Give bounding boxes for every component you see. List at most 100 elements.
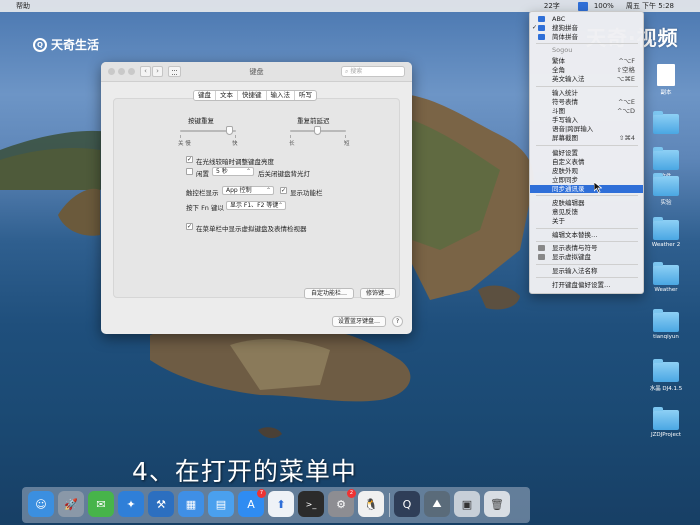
menu-item-emoji[interactable]: 符号表情 ^⌥E bbox=[530, 98, 643, 106]
quicktime-icon[interactable]: Q bbox=[394, 491, 420, 517]
menu-item-english[interactable]: 英文输入法 ⌥⌘E bbox=[530, 75, 643, 83]
menu-separator bbox=[536, 195, 638, 196]
menu-item-preferences[interactable]: 偏好设置 bbox=[530, 149, 643, 157]
menu-separator bbox=[536, 228, 638, 229]
menu-item-text-replacement[interactable]: 编辑文本替换… bbox=[530, 231, 643, 239]
key-repeat-knob[interactable] bbox=[226, 126, 233, 135]
show-viewers-label: 在菜单栏中显示虚拟键盘及表情检视器 bbox=[196, 225, 307, 233]
bluetooth-keyboard-button[interactable]: 设置蓝牙键盘… bbox=[332, 316, 386, 327]
desktop-icon-weather[interactable]: Weather bbox=[644, 262, 688, 293]
clock[interactable]: 周五 下午 5:28 bbox=[626, 1, 674, 11]
desktop-icon-tianqiyun[interactable]: tianqiyun bbox=[644, 309, 688, 340]
control-strip-checkbox[interactable]: ✓ bbox=[280, 187, 287, 194]
menu-item-show-virtual-keyboard[interactable]: 显示虚拟键盘 bbox=[530, 253, 643, 261]
menu-item-fullwidth[interactable]: 全角 ⇧空格 bbox=[530, 66, 643, 74]
backlight-off-popup[interactable]: 5 秒 ⌃ bbox=[212, 167, 254, 176]
fn-popup[interactable]: 显示 F1、F2 等键 ⌃ bbox=[226, 201, 286, 210]
folder-icon bbox=[653, 407, 679, 430]
repeat-delay-ticks bbox=[290, 135, 346, 138]
tab-dictation[interactable]: 听写 bbox=[295, 91, 316, 100]
menu-item-show-ime-name[interactable]: 显示输入法名称 bbox=[530, 267, 643, 275]
menu-item-skins[interactable]: 皮肤外观 bbox=[530, 167, 643, 175]
desktop-icon-experiment[interactable]: 实验 bbox=[644, 173, 688, 206]
preview-icon[interactable]: ⛰ bbox=[424, 491, 450, 517]
menu-help[interactable]: 帮助 bbox=[16, 1, 30, 11]
backlight-off-checkbox[interactable] bbox=[186, 168, 193, 175]
input-method-icon[interactable] bbox=[577, 1, 588, 11]
menu-item-traditional[interactable]: 繁体 ^⌥F bbox=[530, 57, 643, 65]
auto-brightness-checkbox[interactable]: ✓ bbox=[186, 156, 193, 163]
desktop-icon-label: Weather bbox=[654, 287, 678, 293]
menu-item-sync-contacts[interactable]: 同步通讯录 bbox=[530, 185, 643, 193]
battery-percent[interactable]: 100% bbox=[594, 2, 614, 10]
menu-item-about[interactable]: 关于 bbox=[530, 217, 643, 225]
menu-item-label: 自定义表情 bbox=[552, 158, 585, 166]
backlight-off-label: 闲置 bbox=[196, 170, 209, 178]
menu-extra-wordcount[interactable]: 22字 bbox=[544, 1, 560, 11]
abc-icon bbox=[538, 16, 545, 22]
menu-item-abc[interactable]: ABC bbox=[530, 15, 643, 23]
menu-item-shortcut: ⇧⌘4 bbox=[618, 134, 635, 142]
desktop-icon-label: tianqiyun bbox=[653, 334, 679, 340]
menu-item-label: 符号表情 bbox=[552, 98, 578, 106]
tab-shortcuts[interactable]: 快捷键 bbox=[238, 91, 267, 100]
modifier-keys-button[interactable]: 修饰键… bbox=[360, 288, 396, 299]
tab-input-sources[interactable]: 输入法 bbox=[267, 91, 295, 100]
key-repeat-slider[interactable] bbox=[180, 126, 236, 138]
menu-item-simplified-pinyin[interactable]: 简体拼音 bbox=[530, 33, 643, 41]
qq-icon[interactable]: 🐧 bbox=[358, 491, 384, 517]
menu-item-feedback[interactable]: 意见反馈 bbox=[530, 208, 643, 216]
menu-item-open-keyboard-prefs[interactable]: 打开键盘偏好设置… bbox=[530, 281, 643, 289]
safari-icon[interactable]: ✦ bbox=[118, 491, 144, 517]
menu-item-input-stats[interactable]: 输入统计 bbox=[530, 89, 643, 97]
system-preferences-icon[interactable]: ⚙ 2 bbox=[328, 489, 356, 517]
help-button[interactable]: ? bbox=[392, 316, 403, 327]
menu-item-stickers[interactable]: 斗图 ^⌥D bbox=[530, 107, 643, 115]
customize-control-strip-button[interactable]: 自定功能栏… bbox=[304, 288, 354, 299]
touchbar-popup[interactable]: App 控制 ⌃ bbox=[222, 186, 274, 195]
keyboard-viewer-icon bbox=[538, 254, 545, 260]
menu-item-skin-editor[interactable]: 皮肤编辑器 bbox=[530, 199, 643, 207]
show-viewers-checkbox[interactable]: ✓ bbox=[186, 223, 193, 230]
menu-item-label: 英文输入法 bbox=[552, 75, 585, 83]
tab-text[interactable]: 文本 bbox=[216, 91, 238, 100]
folder-icon bbox=[653, 359, 679, 382]
trash-icon[interactable]: 🗑 bbox=[484, 491, 510, 517]
menu-separator bbox=[536, 86, 638, 87]
window-titlebar: ‹ › 键盘 ⌕ 搜索 bbox=[101, 62, 412, 82]
desktop-icon-dj[interactable]: 水晶 DJ4.1.5 bbox=[644, 359, 688, 392]
watermark-left-text: 天奇生活 bbox=[51, 38, 100, 52]
prefs-search-input[interactable]: ⌕ 搜索 bbox=[341, 66, 405, 77]
menu-item-sync-now[interactable]: 立即同步 bbox=[530, 176, 643, 184]
app-store-icon[interactable]: A7 bbox=[238, 489, 266, 517]
menu-item-label: 意见反馈 bbox=[552, 208, 578, 216]
wechat-icon[interactable]: ✉ bbox=[88, 491, 114, 517]
desktop-icon-folder-1[interactable] bbox=[644, 111, 688, 136]
menu-item-screenshot[interactable]: 屏幕截图 ⇧⌘4 bbox=[530, 134, 643, 142]
repeat-delay-knob[interactable] bbox=[314, 126, 321, 135]
tab-keyboard[interactable]: 键盘 bbox=[194, 91, 216, 100]
menu-item-label: 同步通讯录 bbox=[552, 185, 585, 193]
repeat-delay-slider[interactable] bbox=[290, 126, 346, 138]
simulator-icon[interactable]: ▦ bbox=[178, 491, 204, 517]
update-arrow-icon[interactable]: ⬆ bbox=[268, 491, 294, 517]
finder-icon[interactable]: ☺ bbox=[28, 491, 54, 517]
xcode-icon[interactable]: ⚒ bbox=[148, 491, 174, 517]
terminal-icon[interactable]: >_ bbox=[298, 491, 324, 517]
menu-item-custom-emoji[interactable]: 自定义表情 bbox=[530, 158, 643, 166]
menu-item-show-emoji-symbols[interactable]: 显示表情与符号 bbox=[530, 244, 643, 252]
key-repeat-min: 关 慢 bbox=[178, 141, 191, 147]
menu-item-voice[interactable]: 语音|跨屏输入 bbox=[530, 125, 643, 133]
menu-item-handwriting[interactable]: 手写输入 bbox=[530, 116, 643, 124]
launchpad-icon[interactable]: 🚀 bbox=[58, 491, 84, 517]
desktop-icon-jzdj[interactable]: JZDJProject bbox=[644, 407, 688, 438]
menu-item-label: 打开键盘偏好设置… bbox=[552, 281, 611, 289]
app-icon-generic[interactable]: ▣ bbox=[454, 491, 480, 517]
control-strip-label: 显示功能栏 bbox=[290, 189, 323, 197]
desktop-icon-copy[interactable]: 副本 bbox=[644, 64, 688, 96]
menu-item-label: 繁体 bbox=[552, 57, 565, 65]
menu-item-sogou-pinyin[interactable]: ✓ 搜狗拼音 bbox=[530, 24, 643, 32]
desktop-icon-weather2[interactable]: Weather 2 bbox=[644, 217, 688, 248]
search-placeholder: 搜索 bbox=[350, 68, 363, 75]
vscode-icon[interactable]: ▤ bbox=[208, 491, 234, 517]
